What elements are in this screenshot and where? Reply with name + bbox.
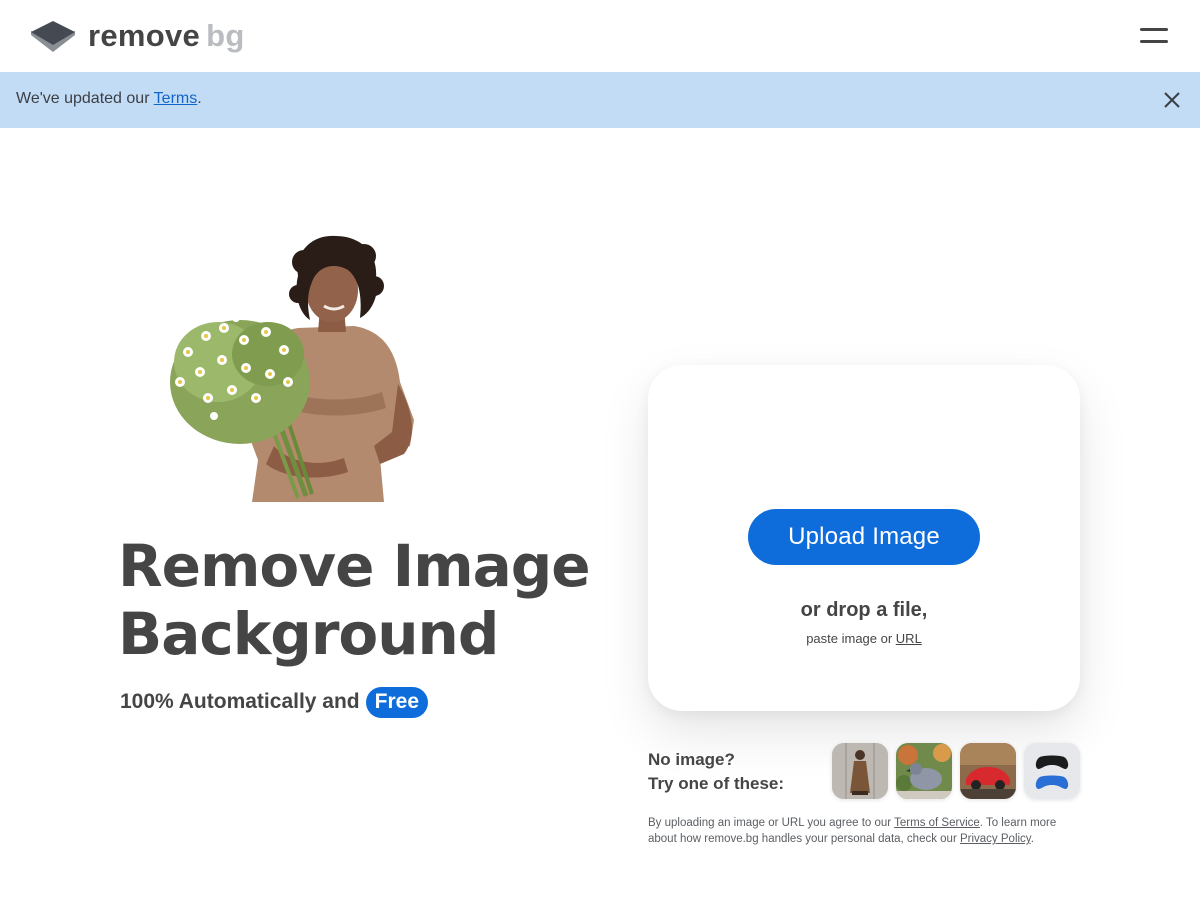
legal-part1: By uploading an image or URL you agree t… xyxy=(648,817,895,829)
headline-line1: Remove Image xyxy=(118,532,591,600)
headline-line2: Background xyxy=(118,600,499,668)
free-badge: Free xyxy=(365,686,428,718)
page-title: Remove Image Background xyxy=(118,532,618,668)
sample-prompt: No image? Try one of these: xyxy=(648,748,818,796)
logo[interactable]: remove bg xyxy=(30,18,245,54)
sample-car-thumbnail[interactable] xyxy=(960,743,1016,799)
terms-link[interactable]: Terms xyxy=(154,90,198,107)
notice-text: We've updated our Terms. xyxy=(16,90,202,108)
sample-woman-thumbnail[interactable] xyxy=(832,743,888,799)
drop-file-text: or drop a file, xyxy=(800,599,928,621)
notice-suffix: . xyxy=(197,90,202,107)
hero-woman-with-flowers-image xyxy=(170,235,414,502)
upload-dropzone[interactable]: Upload Image or drop a file, paste image… xyxy=(648,365,1080,711)
tagline: 100% Automatically and Free xyxy=(120,686,428,718)
legal-part3: . xyxy=(1030,833,1034,845)
notice-prefix: We've updated our xyxy=(16,90,154,107)
url-link[interactable]: URL xyxy=(896,631,922,646)
menu-line xyxy=(1140,40,1168,43)
upload-image-button[interactable]: Upload Image xyxy=(748,509,980,565)
legal-notice: By uploading an image or URL you agree t… xyxy=(648,815,1078,847)
hamburger-menu-icon[interactable] xyxy=(1134,20,1174,52)
logo-word-bg: bg xyxy=(206,18,245,53)
close-icon[interactable] xyxy=(1160,88,1184,112)
site-header: remove bg xyxy=(0,0,1200,72)
tagline-text: 100% Automatically and xyxy=(120,690,360,713)
paste-hint: paste image or URL xyxy=(648,631,1080,646)
sample-controllers-thumbnail[interactable] xyxy=(1024,743,1080,799)
terms-notice-banner: We've updated our Terms. xyxy=(0,72,1200,128)
sample-prompt-line2: Try one of these: xyxy=(648,774,785,793)
logo-word-remove: remove xyxy=(88,18,201,53)
menu-line xyxy=(1140,28,1168,31)
privacy-policy-link[interactable]: Privacy Policy xyxy=(960,833,1031,845)
sample-images xyxy=(832,743,1080,799)
terms-of-service-link[interactable]: Terms of Service xyxy=(894,817,980,829)
logo-layers-icon xyxy=(31,21,75,52)
sample-pigeon-thumbnail[interactable] xyxy=(896,743,952,799)
paste-prefix: paste image or xyxy=(806,631,896,646)
sample-prompt-line1: No image? xyxy=(648,750,735,769)
